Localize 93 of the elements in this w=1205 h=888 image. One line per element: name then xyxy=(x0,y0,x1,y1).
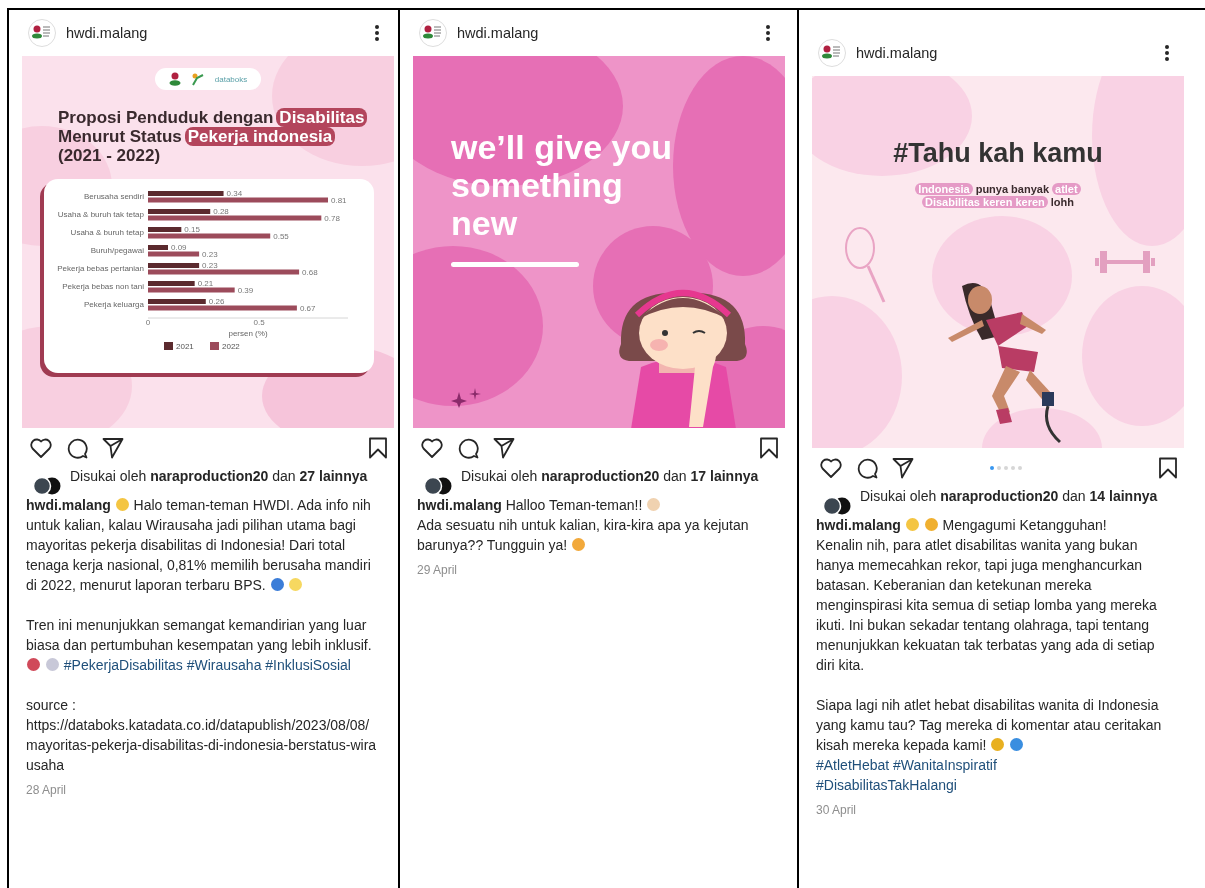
axis-label: Pekerja bebas pertanian xyxy=(57,264,144,273)
headline-text: (2021 - 2022) xyxy=(58,146,161,165)
caption-text: hwdi.malang Halloo Teman-teman!! Ada sesuatu nih untuk kalian, kira-kira apa ya kejutan barunya?? Tungguin ya! xyxy=(417,496,750,555)
username-link[interactable]: hwdi.malang xyxy=(457,25,755,41)
carousel-dot[interactable] xyxy=(1018,466,1022,470)
headline-text: something xyxy=(451,166,623,204)
carousel-dot[interactable] xyxy=(1011,466,1015,470)
axis-label: Buruh/pegawai xyxy=(90,246,144,255)
data-label: 0.23 xyxy=(202,261,218,270)
heart-icon[interactable] xyxy=(30,438,52,458)
axis-label: Berusaha sendiri xyxy=(83,192,144,201)
caption-text: Siapa lagi nih atlet hebat disabilitas wanita di Indonesia yang kamu tau? Tag mereka di komentar atau ceritakan kisah mereka kepada kami! #AtletHebat #WanitaInspiratif #DisabilitasTakHalangi xyxy=(816,696,1163,795)
post-date: 29 April xyxy=(416,563,459,577)
carousel-dot[interactable] xyxy=(997,466,1001,470)
avatar-stack-icon xyxy=(822,497,852,515)
carousel-dot[interactable] xyxy=(1004,466,1008,470)
hashtag-link[interactable]: #InklusiSosial xyxy=(265,657,351,673)
heart-icon[interactable] xyxy=(421,438,443,458)
data-label: 0.26 xyxy=(208,297,225,306)
data-label: 0.78 xyxy=(324,213,340,223)
hashtag-link[interactable]: #DisabilitasTakHalangi xyxy=(816,777,957,793)
dumbbell-icon xyxy=(1095,251,1155,273)
headline-text: punya banyak xyxy=(975,183,1050,195)
username-link[interactable]: hwdi.malang xyxy=(856,45,1154,61)
headline-text: Menurut Status xyxy=(58,127,182,146)
post-date: 28 April xyxy=(25,783,68,797)
caption-text: Tren ini menunjukkan semangat kemandirian yang luar biasa dan pertumbuhan kesempatan yang lebih inklusif. #PekerjaDisabilitas #Wirausaha #InklusiSosial xyxy=(26,616,373,675)
avatar-stack-icon xyxy=(423,477,453,495)
data-label: 0.21 xyxy=(197,279,214,288)
highlighted-text: Disabilitas keren keren xyxy=(921,196,1048,208)
username-link[interactable]: hwdi.malang xyxy=(66,25,364,41)
caption-text: source : https://databoks.katadata.co.id/datapublish/2023/08/08/mayoritas-pekerja-disabilitas-di-indonesia-berstatus-wirausaha xyxy=(26,696,378,775)
hashtag-link[interactable]: #Wirausaha xyxy=(186,657,262,673)
heart-icon[interactable] xyxy=(820,458,842,478)
highlighted-text: Indonesia xyxy=(915,183,973,195)
axis-label: Usaha & buruh tak tetap xyxy=(57,210,144,219)
highlighted-text: Pekerja indonesia xyxy=(184,127,336,146)
avatar-stack-icon xyxy=(32,477,62,495)
send-icon[interactable] xyxy=(892,457,914,479)
axis-title: persen (%) xyxy=(228,329,268,338)
highlighted-text: Disabilitas xyxy=(276,108,368,127)
comment-icon[interactable] xyxy=(856,457,878,479)
likes-text: Disukai oleh naraproduction20 dan 17 lainnya xyxy=(461,468,760,485)
hashtag-link[interactable]: #AtletHebat xyxy=(816,757,890,773)
tick-label: 0 xyxy=(145,318,151,327)
flower-icon xyxy=(168,72,181,86)
data-label: 0.34 xyxy=(226,189,243,198)
bookmark-icon[interactable] xyxy=(759,437,779,459)
likes-text: Disukai oleh naraproduction20 dan 27 lainnya xyxy=(70,468,369,485)
more-options-icon[interactable] xyxy=(1164,44,1170,62)
comment-icon[interactable] xyxy=(66,437,88,459)
caption-text: hwdi.malang Halo teman-teman HWDI. Ada info nih untuk kalian, kalau Wirausaha jadi pilihan utama bagi mayoritas pekerja disabilitas di Indonesia! Dari total tenaga kerja nasional, 0,81% memilih berusaha mandiri di 2022, menurut laporan terbaru BPS. xyxy=(26,496,372,595)
legend-label: 2021 xyxy=(176,342,195,351)
send-icon[interactable] xyxy=(493,437,515,459)
hashtag-link[interactable]: #PekerjaDisabilitas xyxy=(63,657,183,673)
logo-icon xyxy=(818,39,846,67)
carousel-dot[interactable] xyxy=(990,466,994,470)
likes-text: Disukai oleh naraproduction20 dan 14 lainnya xyxy=(860,488,1159,505)
bookmark-icon[interactable] xyxy=(368,437,388,459)
more-options-icon[interactable] xyxy=(765,24,771,42)
caption-text: hwdi.malang Mengagumi Ketangguhan! Kenalin nih, para atlet disabilitas wanita yang bukan hanya memecahkan rekor, tapi juga menghancurkan batasan. Keberanian dan ketekunan mereka menginspirasi kita semua di setiap lomba yang mereka ikuti. Ini bukan sekadar tentang olahraga, tapi tentang menunjukkan kekuatan tak terbatas yang ada di setiap diri kita. xyxy=(816,516,1158,675)
bookmark-icon[interactable] xyxy=(1158,457,1178,479)
legend-item: 2021 xyxy=(164,342,194,351)
more-options-icon[interactable] xyxy=(374,24,380,42)
headline-text: Proposi Penduduk dengan xyxy=(58,108,274,127)
highlighted-text: atlet xyxy=(1052,183,1081,195)
data-label: 0.81 xyxy=(331,195,347,205)
tick-label: 0.5 xyxy=(253,318,265,327)
headline-text: lohh xyxy=(1050,196,1074,208)
send-icon[interactable] xyxy=(102,437,124,459)
legend-item: 2022 xyxy=(210,342,240,351)
data-label: 0.67 xyxy=(299,303,316,313)
data-label: 0.55 xyxy=(273,231,289,241)
axis-label: Pekerja keluarga xyxy=(83,300,144,309)
headline-text: #Tahu kah kamu xyxy=(893,138,1103,169)
logo-icon xyxy=(419,19,447,47)
axis-label: Usaha & buruh tetap xyxy=(70,228,144,237)
logo-icon xyxy=(28,19,56,47)
brand-text: databoks xyxy=(214,74,248,84)
headline-text: we’ll give you xyxy=(451,128,673,166)
data-label: 0.28 xyxy=(213,207,229,216)
data-label: 0.23 xyxy=(202,249,218,259)
hashtag-link[interactable]: #WanitaInspiratif xyxy=(893,757,997,773)
post-date: 30 April xyxy=(815,803,858,817)
data-label: 0.39 xyxy=(237,285,254,295)
axis-label: Pekerja bebas non tani xyxy=(62,282,144,291)
figure-icon xyxy=(190,72,205,86)
legend-label: 2022 xyxy=(222,342,241,351)
data-label: 0.68 xyxy=(302,267,318,277)
headline-text: new xyxy=(451,204,518,242)
data-label: 0.15 xyxy=(184,225,200,234)
comment-icon[interactable] xyxy=(457,437,479,459)
data-label: 0.09 xyxy=(171,243,187,252)
